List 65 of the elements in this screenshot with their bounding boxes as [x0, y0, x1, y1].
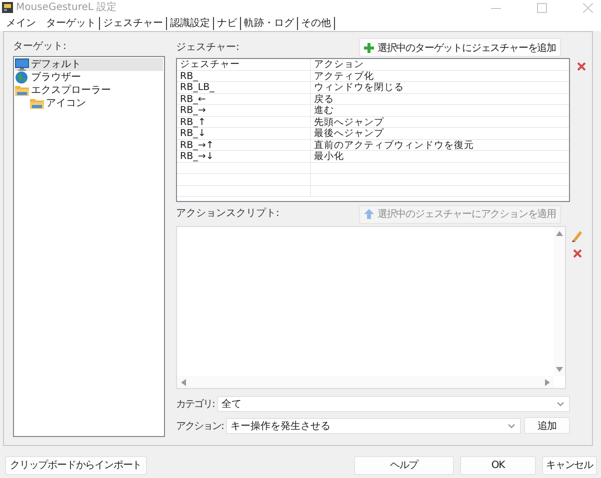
category-dropdown[interactable]: 全て: [217, 396, 570, 412]
tree-item[interactable]: ブラウザー: [15, 71, 83, 84]
table-cell-text: アクティブ化: [313, 70, 374, 81]
add-button[interactable]: 追加: [524, 417, 570, 434]
table-cell-text: 最小化: [313, 151, 345, 162]
folder-icon: [30, 97, 44, 110]
gesture-label: ジェスチャー:: [176, 40, 240, 54]
tab[interactable]: ジェスチャー: [100, 17, 167, 30]
target-label: ターゲット:: [13, 40, 68, 54]
column-header[interactable]: アクション: [311, 59, 569, 70]
tree-item[interactable]: デフォルト: [15, 58, 163, 71]
category-label: カテゴリ:: [176, 398, 214, 411]
close-icon: [583, 2, 593, 12]
scroll-up-icon: [556, 231, 563, 236]
scroll-down-icon: [556, 367, 563, 372]
table-cell: RB_: [177, 70, 311, 81]
table-cell-text: 先頭へジャンプ: [313, 116, 385, 127]
tab[interactable]: 軌跡・ログ: [241, 17, 298, 30]
chevron-down-icon: [508, 424, 515, 428]
horizontal-scrollbar[interactable]: [177, 376, 554, 388]
script-label: アクションスクリプト:: [176, 207, 280, 221]
tree-item[interactable]: エクスプローラー: [15, 84, 113, 97]
delete-button[interactable]: [572, 249, 582, 258]
table-cell: RB_←: [177, 94, 311, 104]
action-label: アクション:: [176, 420, 224, 432]
table-cell-text: ウィンドウを閉じる: [313, 82, 405, 92]
table-cell-text: 進む: [313, 105, 335, 116]
tree-item[interactable]: アイコン: [30, 97, 88, 110]
table-cell: RB_↑: [177, 116, 311, 127]
table-cell-text: 最後へジャンプ: [313, 128, 385, 138]
table-cell: RB_→: [177, 105, 311, 116]
tab[interactable]: 認識設定: [167, 17, 214, 30]
delete-button[interactable]: [576, 62, 586, 71]
globe-icon: [15, 71, 29, 84]
table-cell: RB_LB_: [177, 82, 311, 92]
close-icon: [572, 249, 582, 258]
table-cell: RB_↓: [177, 128, 311, 138]
pencil-icon: [571, 230, 583, 242]
cancel-button[interactable]: キャンセル: [542, 456, 597, 474]
vertical-scrollbar[interactable]: [554, 227, 565, 376]
table-cell-text: 直前のアクティブウィンドウを復元: [313, 140, 475, 150]
chevron-down-icon: [557, 402, 564, 406]
ok-button[interactable]: OK: [460, 456, 536, 474]
tab[interactable]: ナビ: [214, 17, 241, 30]
maximize-icon: [537, 2, 547, 12]
scroll-right-icon: [545, 378, 550, 386]
import-button[interactable]: クリップボードからインポート: [5, 456, 147, 474]
scroll-left-icon: [181, 378, 186, 386]
plus-icon: [364, 42, 374, 52]
close-icon: [576, 62, 586, 71]
tab[interactable]: その他: [298, 17, 335, 30]
tab[interactable]: ターゲット: [43, 17, 100, 30]
table-cell: RB_→↑: [177, 140, 311, 150]
folder-icon: [15, 84, 29, 97]
monitor-icon: [15, 58, 29, 71]
add-gesture-button[interactable]: 選択中のターゲットにジェスチャーを追加: [359, 38, 561, 57]
edit-button[interactable]: [571, 230, 583, 242]
action-dropdown[interactable]: キー操作を発生させる: [226, 418, 521, 434]
up-arrow-icon: [364, 209, 374, 219]
table-cell-text: 戻る: [313, 94, 335, 104]
column-header[interactable]: ジェスチャー: [177, 59, 311, 70]
window-title: MouseGestureL 設定: [16, 2, 117, 14]
table-cell: RB_→↓: [177, 151, 311, 162]
app-icon: [2, 2, 13, 13]
help-button[interactable]: ヘルプ: [354, 456, 454, 474]
